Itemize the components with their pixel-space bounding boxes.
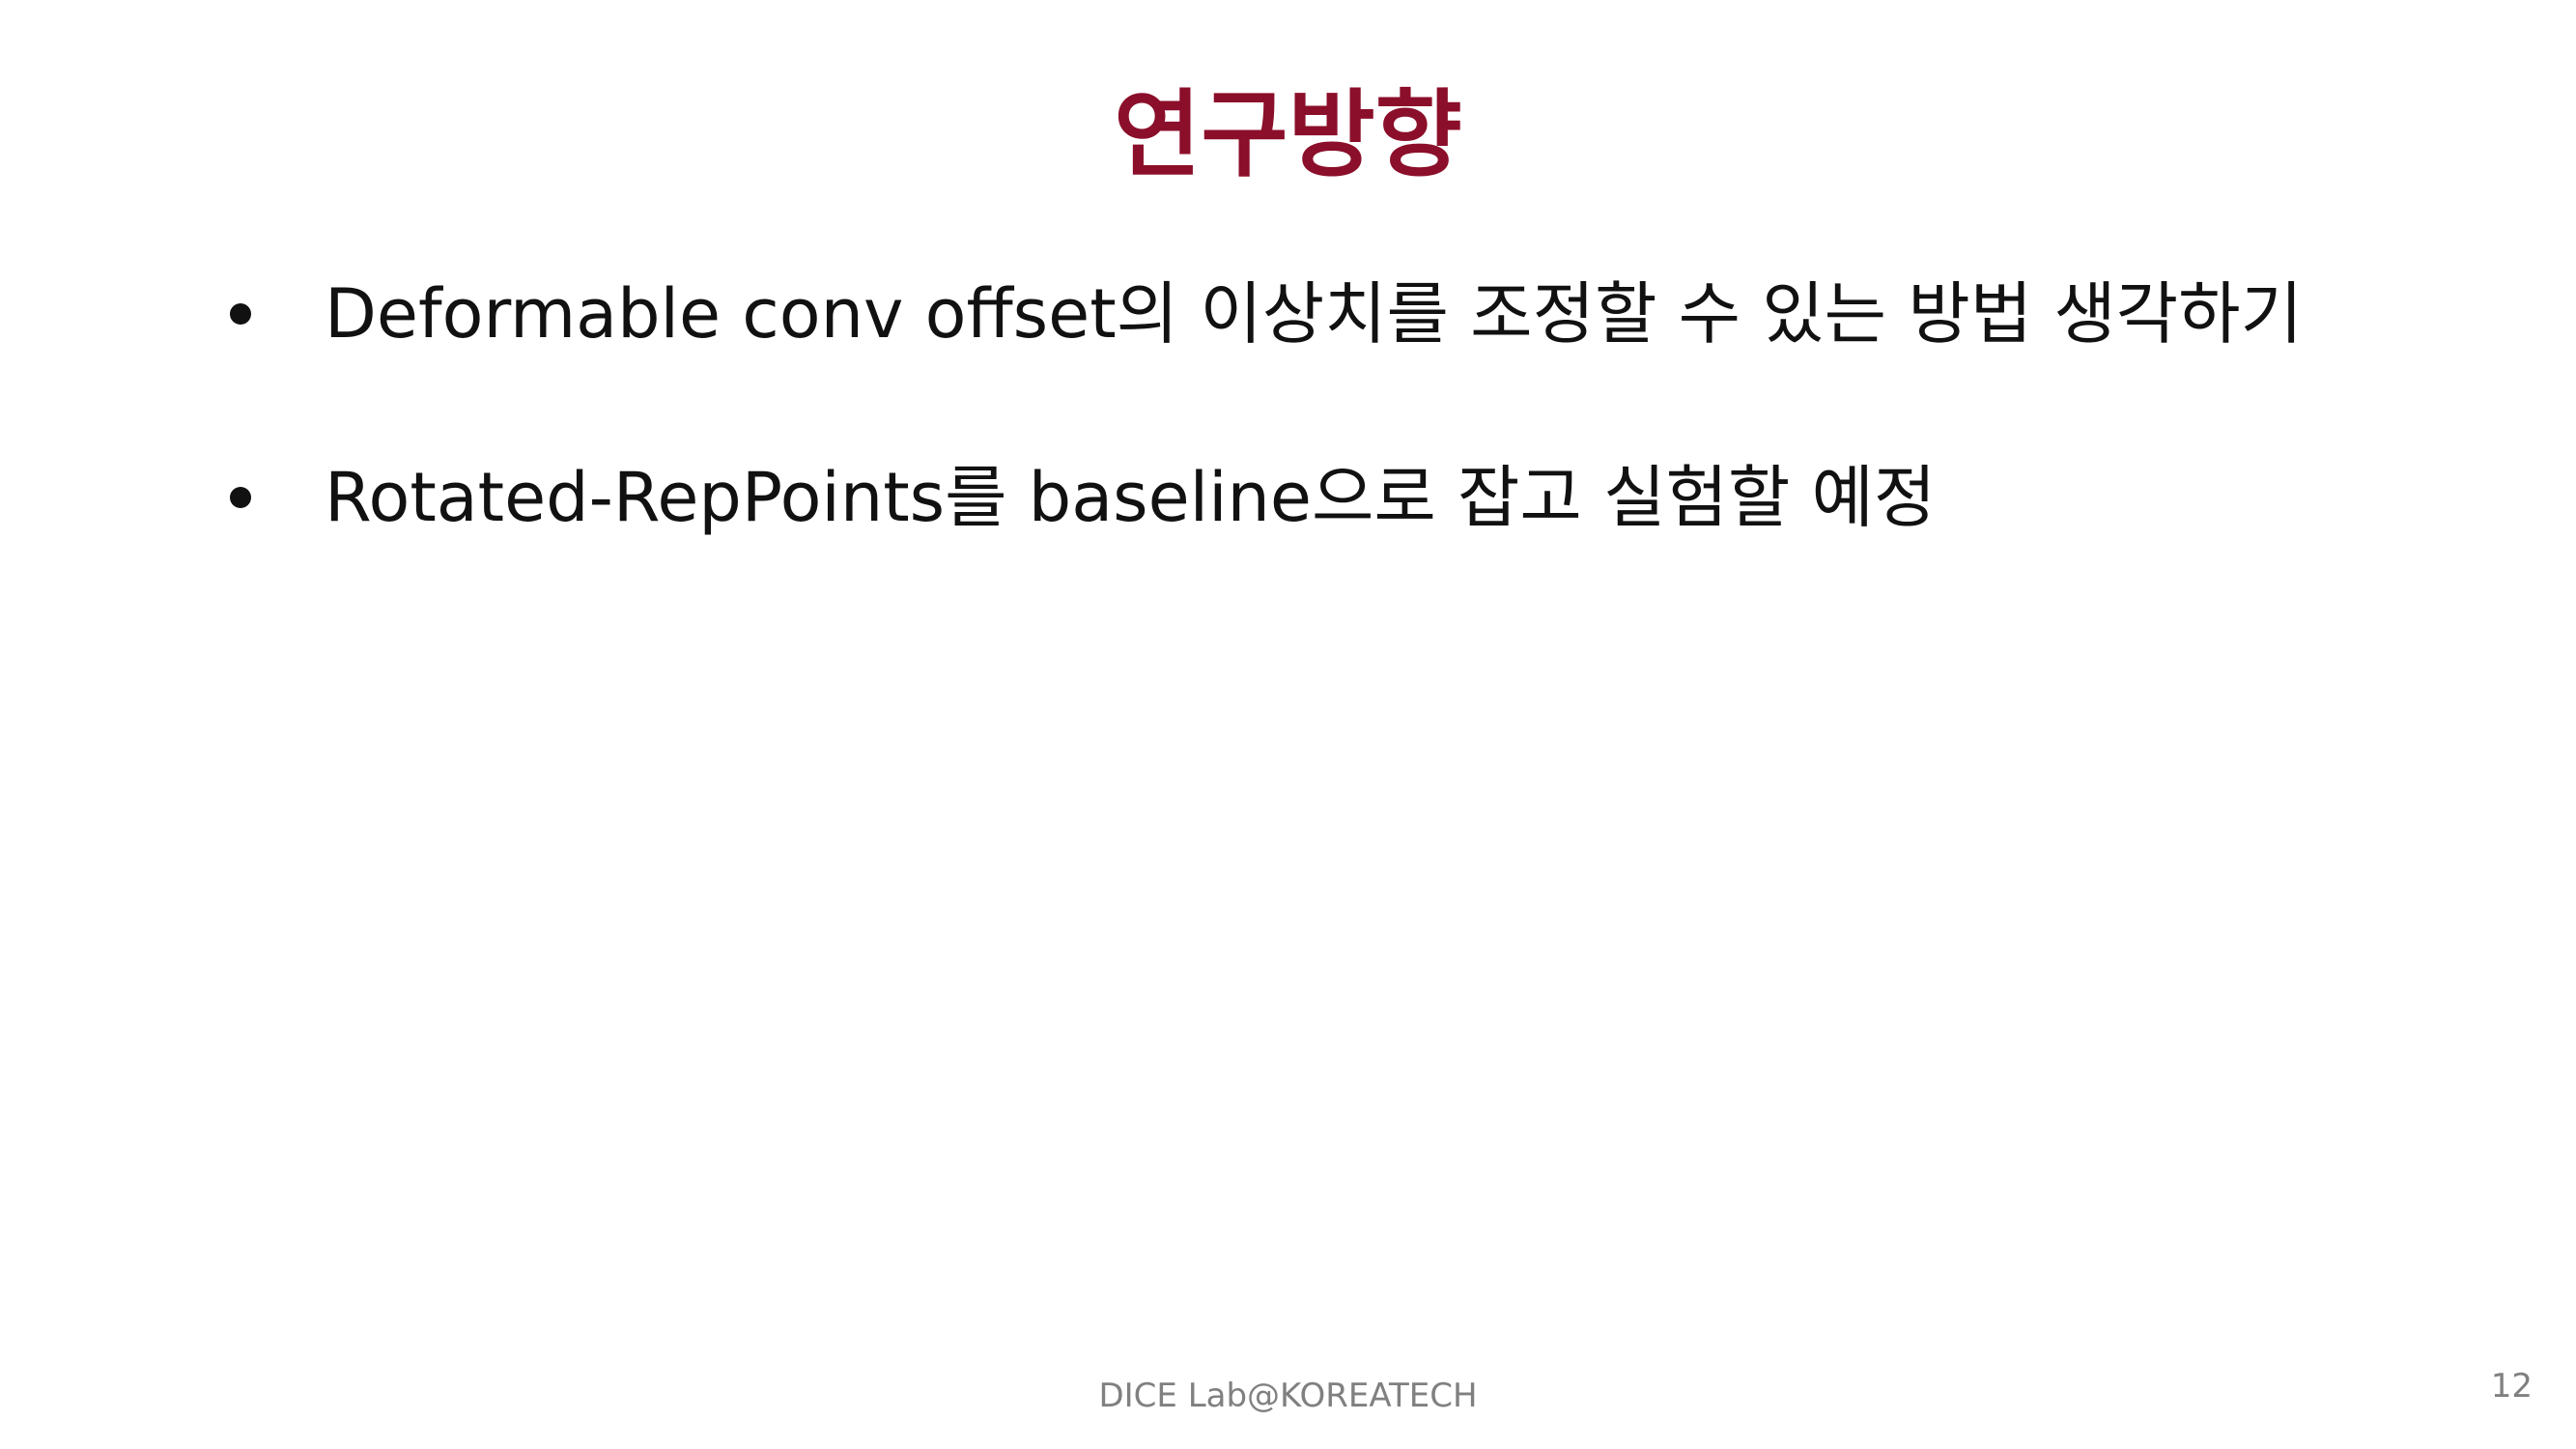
slide-title: 연구방향 <box>1114 80 1462 190</box>
bullet-icon <box>230 303 251 325</box>
page-number: 12 <box>2490 1367 2533 1406</box>
bullet-list: Deformable conv offset의 이상치를 조정할 수 있는 방법… <box>222 222 2463 589</box>
bullet-text: Rotated-RepPoints를 baseline으로 잡고 실험할 예정 <box>325 458 1937 537</box>
bullet-item: Rotated-RepPoints를 baseline으로 잡고 실험할 예정 <box>222 406 2463 589</box>
bullet-text: Deformable conv offset의 이상치를 조정할 수 있는 방법… <box>325 274 2303 354</box>
footer-text: DICE Lab@KOREATECH <box>1098 1377 1478 1415</box>
bullet-icon <box>230 487 251 508</box>
slide: 연구방향 Deformable conv offset의 이상치를 조정할 수 … <box>0 0 2576 1449</box>
bullet-item: Deformable conv offset의 이상치를 조정할 수 있는 방법… <box>222 222 2463 406</box>
